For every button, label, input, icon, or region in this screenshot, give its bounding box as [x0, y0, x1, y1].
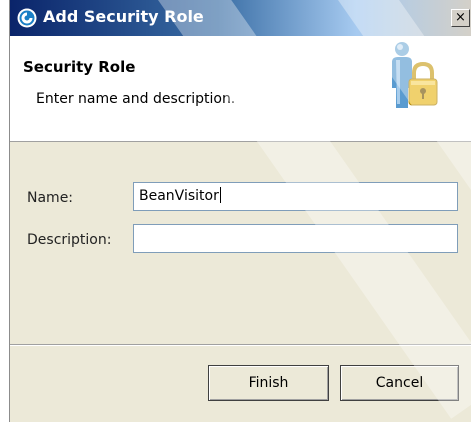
text-caret — [219, 187, 221, 203]
name-label: Name: — [27, 190, 74, 206]
close-button[interactable]: × — [451, 9, 470, 27]
header-description: Enter name and description. — [36, 91, 236, 107]
add-security-role-dialog: Add Security Role × Security Role Enter … — [9, 0, 471, 422]
description-input[interactable] — [133, 224, 458, 253]
cancel-button[interactable]: Cancel — [340, 365, 459, 401]
button-separator — [10, 344, 471, 346]
name-input[interactable]: BeanVisitor — [133, 182, 458, 211]
header-title: Security Role — [23, 58, 136, 76]
window-title: Add Security Role — [43, 7, 204, 26]
name-input-value: BeanVisitor — [139, 188, 219, 204]
description-label: Description: — [27, 232, 112, 248]
finish-button[interactable]: Finish — [208, 365, 329, 401]
app-icon — [17, 8, 37, 28]
title-bar[interactable]: Add Security Role × — [10, 0, 471, 36]
user-lock-icon — [384, 38, 444, 110]
